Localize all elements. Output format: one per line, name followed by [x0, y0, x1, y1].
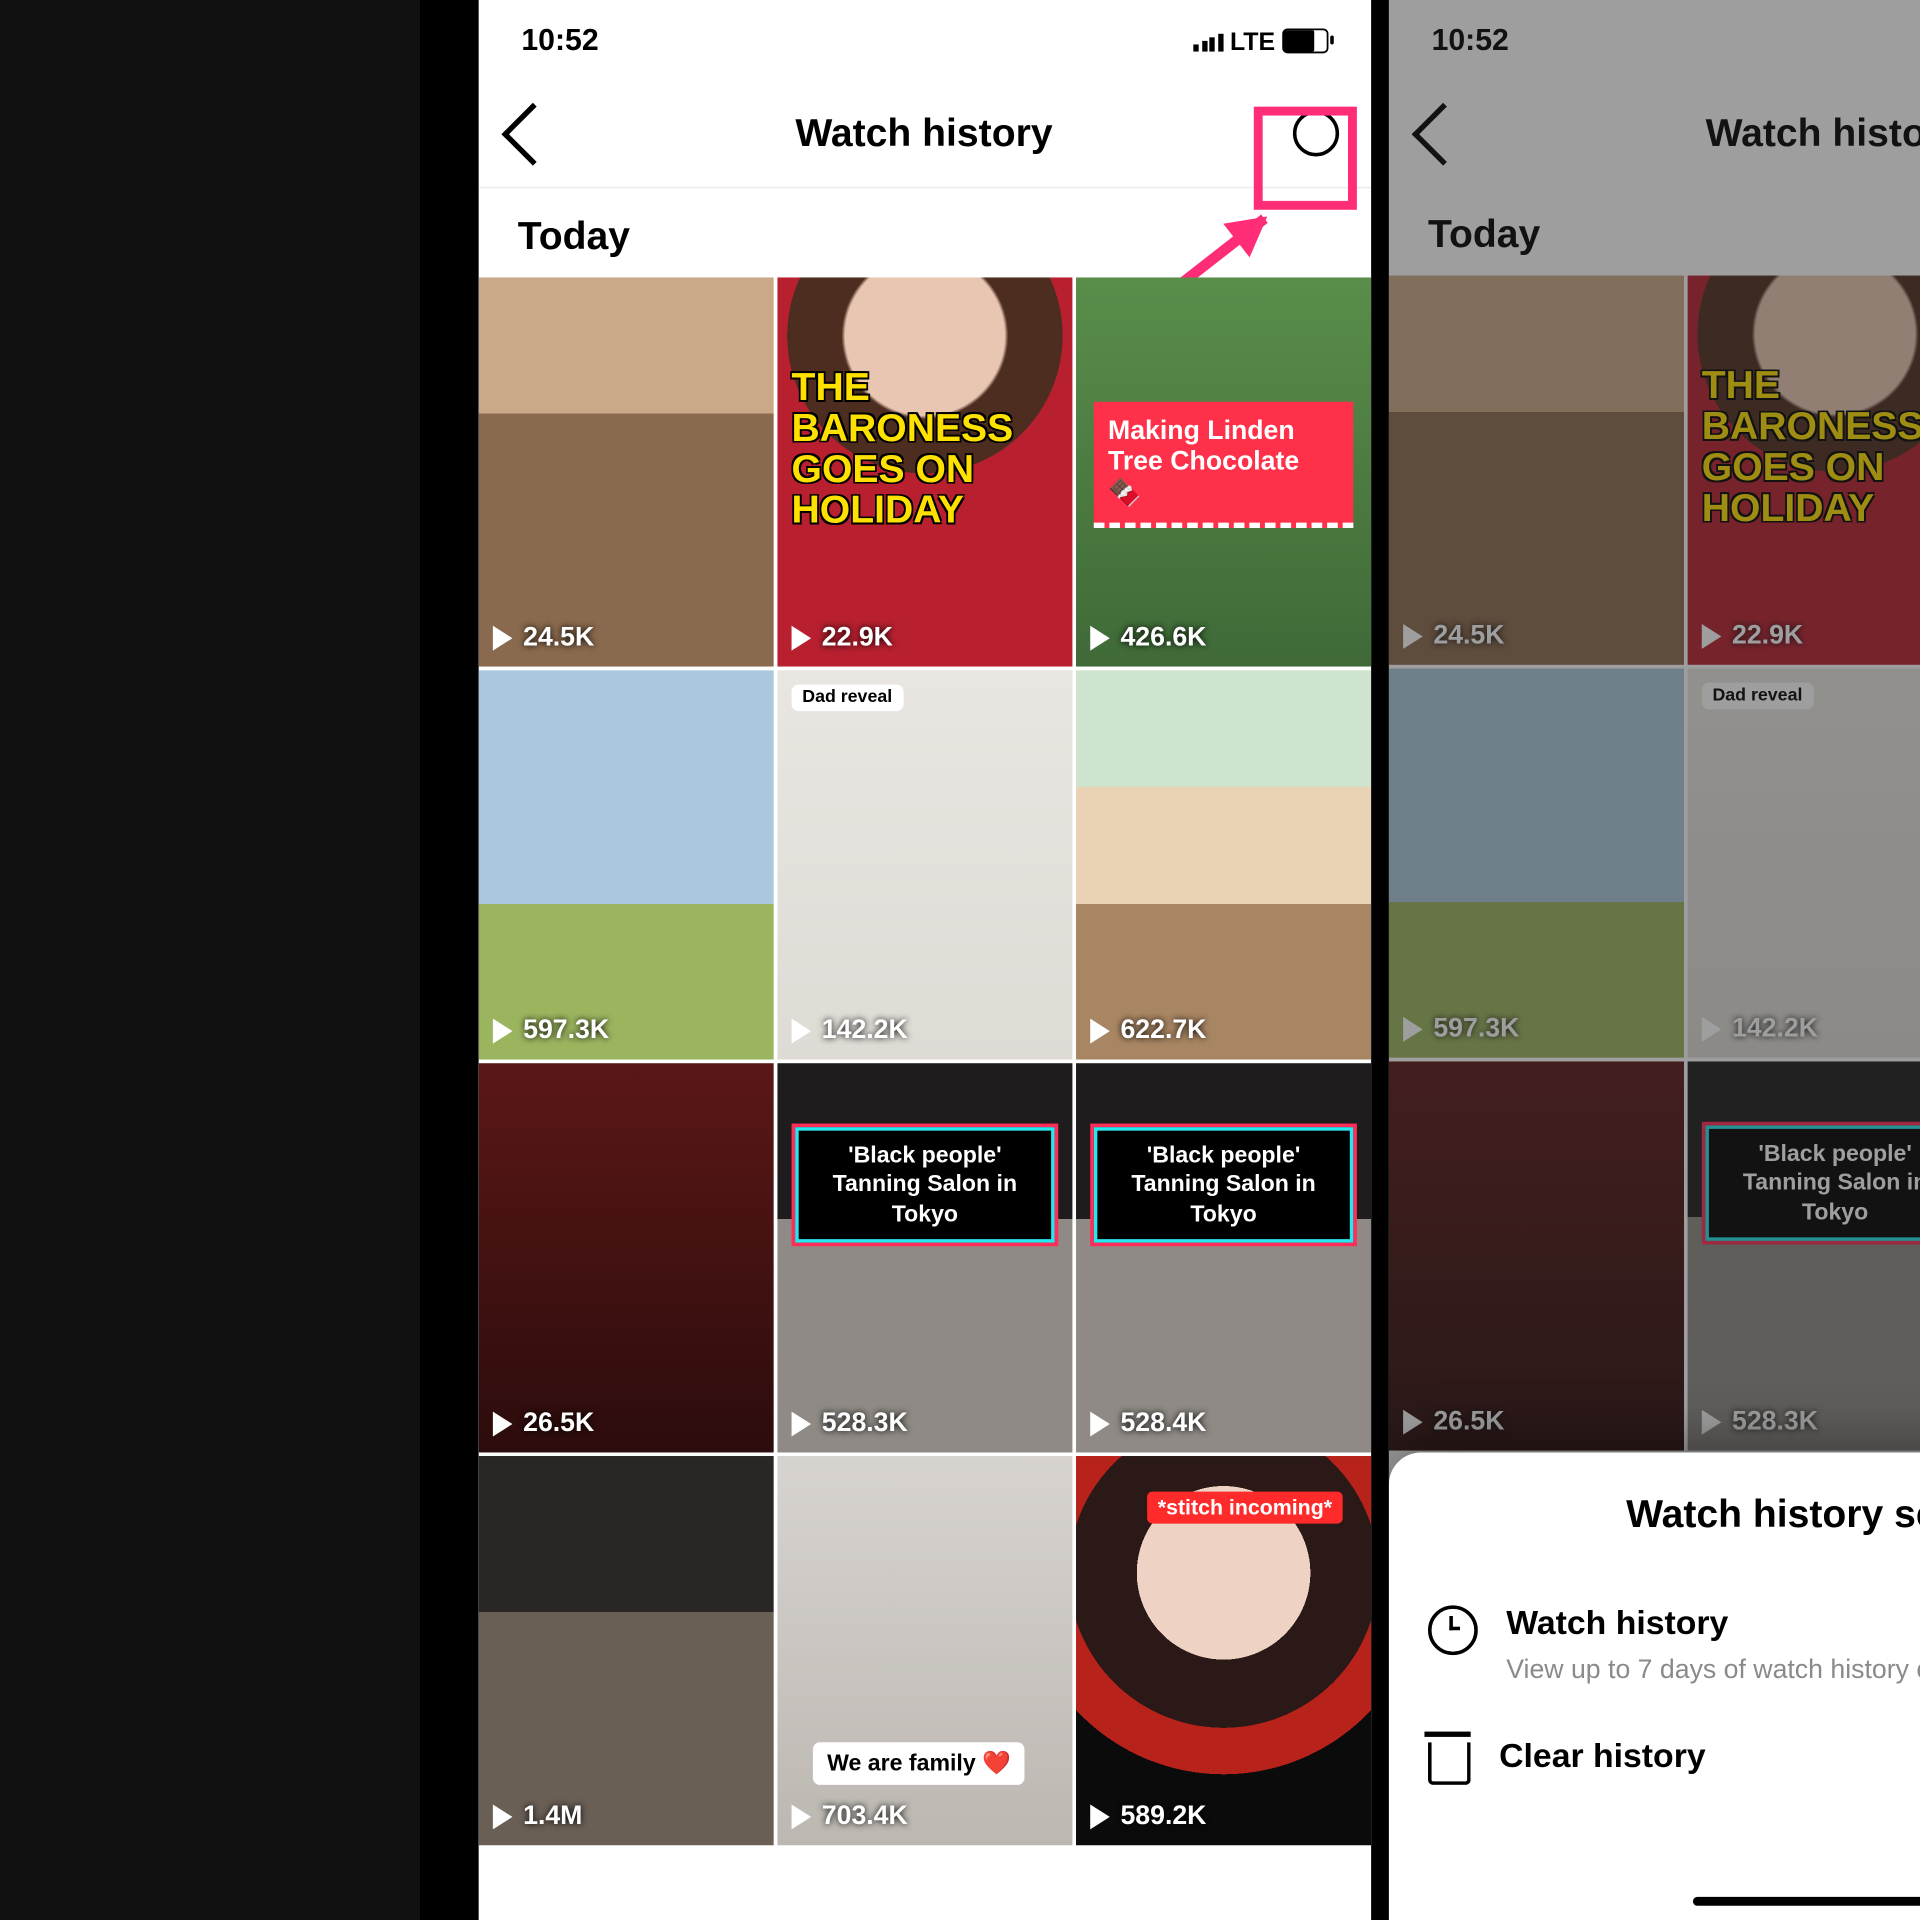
view-count: 589.2K	[1120, 1802, 1206, 1832]
trash-icon	[1428, 1742, 1471, 1785]
play-icon	[792, 625, 812, 650]
play-icon	[792, 1018, 812, 1043]
setting-label: Clear history	[1499, 1739, 1920, 1778]
reply-tag: Dad reveal	[792, 685, 903, 712]
settings-sheet: Watch history settings ✕ Watch history V…	[1389, 1452, 1920, 1920]
video-grid: 24.5K THE BARONESS GOES ON HOLIDAY22.9K …	[479, 277, 1371, 1846]
play-icon	[493, 625, 513, 650]
video-tile[interactable]: 'Black people' Tanning Salon in Tokyo 528…	[1076, 1064, 1371, 1454]
play-icon	[1090, 1018, 1110, 1043]
battery-icon	[1282, 28, 1328, 53]
view-count: 26.5K	[523, 1409, 594, 1439]
view-count: 24.5K	[523, 622, 594, 652]
play-icon	[1090, 1411, 1110, 1436]
video-tile[interactable]: 597.3K	[479, 670, 774, 1060]
video-tile[interactable]: 26.5K	[479, 1064, 774, 1454]
video-tile[interactable]: THE BARONESS GOES ON HOLIDAY 22.9K	[777, 277, 1072, 667]
home-indicator	[1693, 1897, 1920, 1906]
video-overlay-box: 'Black people' Tanning Salon in Tokyo	[1094, 1128, 1354, 1243]
setting-clear-history[interactable]: Clear history	[1428, 1739, 1920, 1785]
status-time: 10:52	[521, 22, 598, 58]
view-count: 142.2K	[822, 1016, 908, 1046]
setting-label: Watch history	[1506, 1605, 1920, 1644]
comparison-stage: 10:52 LTE Watch history Today 24.5K THE …	[420, 0, 1920, 1920]
nav-bar: Watch history	[479, 80, 1371, 188]
view-count: 622.7K	[1120, 1016, 1206, 1046]
video-tile[interactable]: We are family ❤️ 703.4K	[777, 1457, 1072, 1847]
play-icon	[792, 1411, 812, 1436]
status-right: LTE	[1194, 26, 1329, 54]
view-count: 1.4M	[523, 1802, 582, 1832]
video-tile[interactable]: 24.5K	[479, 277, 774, 667]
view-count: 22.9K	[822, 622, 893, 652]
setting-description: View up to 7 days of watch history on th…	[1506, 1655, 1920, 1685]
video-tile[interactable]: Making Linden Tree Chocolate 🍫 426.6K	[1076, 277, 1371, 667]
play-icon	[493, 1804, 513, 1829]
annotation-highlight-box	[1254, 107, 1357, 210]
video-tile[interactable]: *stitch incoming* 589.2K	[1076, 1457, 1371, 1847]
view-count: 703.4K	[822, 1802, 908, 1832]
video-caption-pill: We are family ❤️	[813, 1743, 1025, 1786]
video-caption: THE BARONESS GOES ON HOLIDAY	[792, 366, 1059, 530]
history-icon	[1428, 1605, 1478, 1655]
video-overlay-box: 'Black people' Tanning Salon in Tokyo	[795, 1128, 1055, 1243]
screenshot-left: 10:52 LTE Watch history Today 24.5K THE …	[479, 0, 1371, 1920]
page-title: Watch history	[555, 110, 1293, 156]
view-count: 528.3K	[822, 1409, 908, 1439]
view-count: 528.4K	[1120, 1409, 1206, 1439]
play-icon	[493, 1018, 513, 1043]
video-caption-pill: *stitch incoming*	[1147, 1492, 1343, 1524]
video-overlay-box: Making Linden Tree Chocolate 🍫	[1094, 402, 1354, 528]
play-icon	[493, 1411, 513, 1436]
screenshot-right: 10:52 LTE Watch history Today 24.5K THE …	[1389, 0, 1920, 1920]
play-icon	[1090, 625, 1110, 650]
network-label: LTE	[1230, 26, 1275, 54]
signal-icon	[1194, 29, 1223, 50]
view-count: 597.3K	[523, 1016, 609, 1046]
play-icon	[1090, 1804, 1110, 1829]
video-tile[interactable]: 'Black people' Tanning Salon in Tokyo 528…	[777, 1064, 1072, 1454]
status-bar: 10:52 LTE	[479, 0, 1371, 80]
video-tile[interactable]: 1.4M	[479, 1457, 774, 1847]
video-tile[interactable]: 622.7K	[1076, 670, 1371, 1060]
view-count: 426.6K	[1120, 622, 1206, 652]
video-tile[interactable]: Dad reveal 142.2K	[777, 670, 1072, 1060]
play-icon	[792, 1804, 812, 1829]
setting-watch-history: Watch history View up to 7 days of watch…	[1428, 1605, 1920, 1685]
sheet-title: Watch history settings	[1428, 1492, 1920, 1538]
